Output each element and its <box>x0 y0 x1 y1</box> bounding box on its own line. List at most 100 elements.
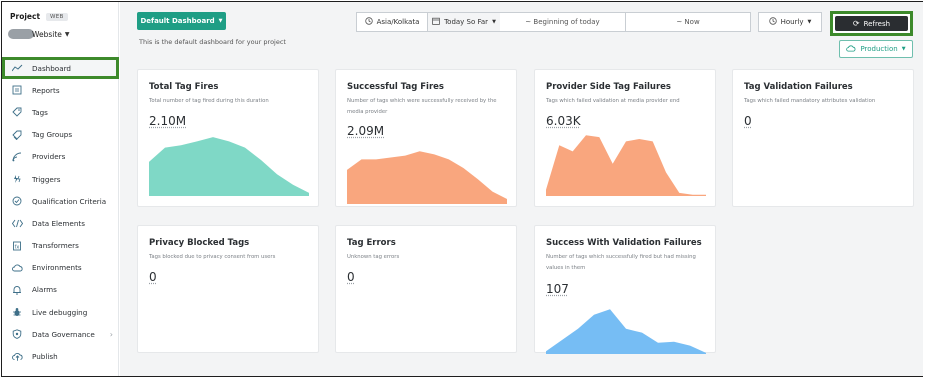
sidebar-item-live-debugging[interactable]: Live debugging <box>2 301 119 323</box>
range-end-field[interactable]: ~ Now <box>625 12 751 32</box>
card-title: Total Tag Fires <box>149 82 219 92</box>
metric-card-successful-tag-fires[interactable]: Successful Tag Fires Number of tags whic… <box>335 69 517 207</box>
time-toolbar: Asia/Kolkata Today So Far ▼ ~ Beginning … <box>356 12 822 32</box>
card-description: Number of tags which were successfully r… <box>347 98 497 115</box>
metric-card-tag-errors[interactable]: Tag Errors Unknown tag errors 0 <box>335 225 517 353</box>
sidebar-item-label: Reports <box>32 85 60 95</box>
metric-card-tag-validation-failures[interactable]: Tag Validation Failures Tags which faile… <box>732 69 914 207</box>
sidebar-item-dashboard[interactable]: Dashboard <box>2 57 119 80</box>
project-label: Project <box>10 12 41 21</box>
project-row: Project WEB <box>10 12 68 21</box>
sidebar-item-label: Transformers <box>32 241 79 251</box>
caret-down-icon: ▼ <box>218 18 223 24</box>
sidebar-item-providers[interactable]: Providers <box>2 146 119 168</box>
avatar <box>8 29 34 39</box>
sidebar-item-tag-groups[interactable]: Tag Groups <box>2 124 119 146</box>
triggers-icon <box>11 173 23 185</box>
dashboard-select-label: Default Dashboard <box>140 17 215 25</box>
bug-icon <box>11 306 23 318</box>
sparkline-area <box>546 309 706 354</box>
sidebar-item-alarms[interactable]: Alarms <box>2 279 119 301</box>
date-range-select[interactable]: Today So Far ▼ <box>427 12 501 32</box>
card-title: Provider Side Tag Failures <box>546 82 671 92</box>
sidebar-nav: Dashboard Reports Tags Tag Groups Provid… <box>2 57 119 368</box>
bell-icon <box>11 284 23 296</box>
sidebar-item-tags[interactable]: Tags <box>2 101 119 123</box>
dashboard-select-button[interactable]: Default Dashboard ▼ <box>137 12 226 30</box>
caret-down-icon: ▼ <box>901 46 906 52</box>
sidebar-item-label: Alarms <box>32 285 57 295</box>
sidebar-item-data-elements[interactable]: Data Elements <box>2 212 119 234</box>
environment-label: Production <box>860 45 898 53</box>
environment-select[interactable]: Production ▼ <box>839 40 913 58</box>
caret-down-icon: ▼ <box>64 30 70 38</box>
card-title: Successful Tag Fires <box>347 82 444 92</box>
calendar-icon <box>432 17 440 27</box>
tag-group-icon <box>11 129 23 141</box>
sparkline-chart <box>347 151 507 204</box>
sidebar-item-environments[interactable]: Environments <box>2 257 119 279</box>
chevron-right-icon: › <box>109 329 113 339</box>
metric-card-privacy-blocked-tags[interactable]: Privacy Blocked Tags Tags blocked due to… <box>137 225 319 353</box>
timezone-select[interactable]: Asia/Kolkata <box>356 12 428 32</box>
clock-icon <box>768 17 777 27</box>
dashboard-subtitle: This is the default dashboard for your p… <box>139 38 286 46</box>
card-description: Tags blocked due to privacy consent from… <box>149 254 276 260</box>
sidebar-item-label: Dashboard <box>32 63 71 73</box>
trend-icon <box>11 62 23 74</box>
interval-label: Hourly <box>780 18 804 26</box>
site-selector[interactable]: Website ▼ <box>8 29 70 39</box>
range-start-field[interactable]: ~ Beginning of today <box>500 12 626 32</box>
card-description: Unknown tag errors <box>347 254 400 260</box>
card-description: Tags which failed mandatory attributes v… <box>744 98 876 104</box>
report-icon <box>11 84 23 96</box>
sidebar-item-label: Live debugging <box>32 307 88 317</box>
sidebar-item-transformers[interactable]: fx Transformers <box>2 235 119 257</box>
sidebar-item-reports[interactable]: Reports <box>2 79 119 101</box>
metric-card-total-tag-fires[interactable]: Total Tag Fires Total number of tag fire… <box>137 69 319 207</box>
sidebar-item-label: Qualification Criteria <box>32 196 107 206</box>
upload-icon <box>11 351 23 363</box>
metric-card-success-with-validation-failures[interactable]: Success With Validation Failures Number … <box>534 225 716 354</box>
sidebar-item-qualification-criteria[interactable]: Qualification Criteria <box>2 190 119 212</box>
sidebar-item-triggers[interactable]: Triggers <box>2 168 119 190</box>
card-title: Tag Errors <box>347 238 396 248</box>
card-description: Tags which failed validation at media pr… <box>546 98 680 104</box>
caret-down-icon: ▼ <box>492 19 496 25</box>
date-range-label: Today So Far <box>444 18 489 26</box>
clock-icon <box>364 17 373 27</box>
site-name: Website <box>32 29 62 39</box>
sidebar-item-publish[interactable]: Publish <box>2 345 119 367</box>
card-value: 2.09M <box>347 124 385 138</box>
svg-text:fx: fx <box>15 244 20 250</box>
timezone-label: Asia/Kolkata <box>376 18 420 26</box>
sidebar-item-label: Publish <box>32 352 58 362</box>
check-circle-icon <box>11 195 23 207</box>
card-title: Tag Validation Failures <box>744 82 853 92</box>
sparkline-area <box>546 135 706 196</box>
sparkline-chart <box>149 137 309 196</box>
tag-icon <box>11 106 23 118</box>
card-value: 0 <box>744 114 752 128</box>
cloud-icon <box>846 44 856 54</box>
sidebar-item-data-governance[interactable]: Data Governance › <box>2 323 119 345</box>
sidebar-item-label: Triggers <box>32 174 61 184</box>
metric-card-provider-side-tag-failures[interactable]: Provider Side Tag Failures Tags which fa… <box>534 69 716 207</box>
sparkline-chart <box>546 309 706 354</box>
dashboard-main: Default Dashboard ▼ This is the default … <box>120 2 923 376</box>
refresh-button[interactable]: ⟳ Refresh <box>835 16 908 31</box>
interval-select[interactable]: Hourly ▼ <box>758 12 822 32</box>
cloud-icon <box>11 262 23 274</box>
card-value: 0 <box>149 270 157 284</box>
card-description: Number of tags which successfully fired … <box>546 254 696 271</box>
providers-icon <box>11 151 23 163</box>
sidebar-item-label: Tag Groups <box>32 130 73 140</box>
transformer-icon: fx <box>11 240 23 252</box>
project-type-badge: WEB <box>46 12 68 21</box>
sidebar-item-label: Providers <box>32 152 66 162</box>
code-icon <box>11 217 23 229</box>
shield-icon <box>11 328 23 340</box>
refresh-icon: ⟳ <box>852 19 860 28</box>
sidebar-item-label: Environments <box>32 263 82 273</box>
sidebar-item-label: Tags <box>32 107 48 117</box>
